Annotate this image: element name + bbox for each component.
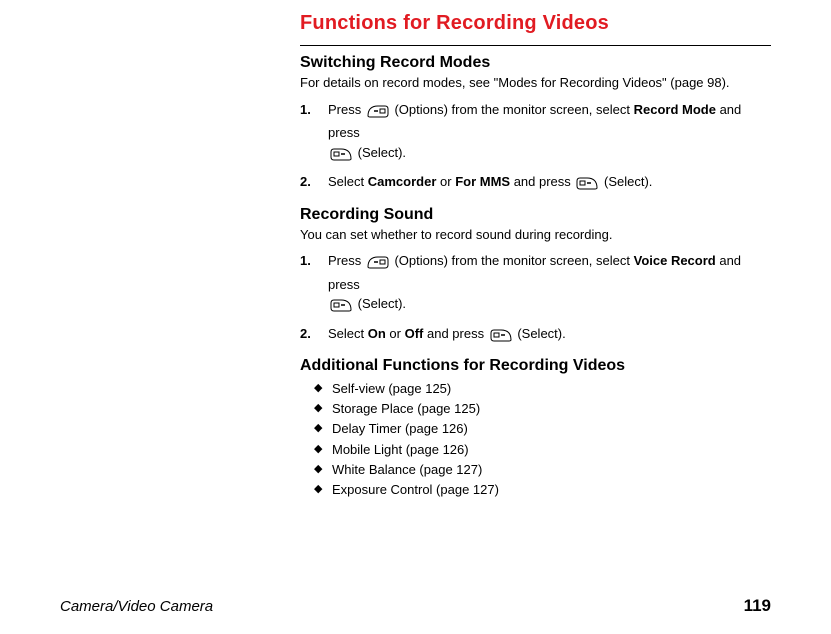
- step-item: Select Camcorder or For MMS and press (S…: [300, 172, 771, 196]
- manual-page: Functions for Recording Videos Switching…: [0, 0, 831, 634]
- title-rule: [300, 45, 771, 46]
- page-title: Functions for Recording Videos: [300, 12, 771, 35]
- list-item: Exposure Control (page 127): [314, 480, 771, 500]
- additional-list: Self-view (page 125) Storage Place (page…: [300, 379, 771, 500]
- steps-switching: Press (Options) from the monitor screen,…: [300, 100, 771, 196]
- list-item: Delay Timer (page 126): [314, 419, 771, 439]
- intro-sound: You can set whether to record sound duri…: [300, 226, 771, 244]
- softkey-left-icon: [576, 176, 598, 196]
- section-additional-functions: Additional Functions for Recording Video…: [300, 357, 771, 500]
- page-footer: Camera/Video Camera 119: [60, 596, 771, 616]
- intro-switching: For details on record modes, see "Modes …: [300, 74, 771, 92]
- steps-sound: Press (Options) from the monitor screen,…: [300, 251, 771, 347]
- subheading-additional: Additional Functions for Recording Video…: [300, 357, 771, 375]
- softkey-right-icon: [367, 104, 389, 124]
- softkey-left-icon: [490, 328, 512, 348]
- step-item: Select On or Off and press (Select).: [300, 324, 771, 348]
- step-item: Press (Options) from the monitor screen,…: [300, 251, 771, 318]
- list-item: White Balance (page 127): [314, 460, 771, 480]
- softkey-right-icon: [367, 255, 389, 275]
- step-item: Press (Options) from the monitor screen,…: [300, 100, 771, 167]
- subheading-switching: Switching Record Modes: [300, 54, 771, 72]
- softkey-left-icon: [330, 147, 352, 167]
- footer-section-name: Camera/Video Camera: [60, 598, 213, 615]
- footer-page-number: 119: [744, 596, 771, 616]
- list-item: Self-view (page 125): [314, 379, 771, 399]
- list-item: Storage Place (page 125): [314, 399, 771, 419]
- list-item: Mobile Light (page 126): [314, 440, 771, 460]
- subheading-sound: Recording Sound: [300, 206, 771, 224]
- softkey-left-icon: [330, 298, 352, 318]
- section-recording-sound: Recording Sound You can set whether to r…: [300, 206, 771, 348]
- section-switching-modes: Switching Record Modes For details on re…: [300, 54, 771, 196]
